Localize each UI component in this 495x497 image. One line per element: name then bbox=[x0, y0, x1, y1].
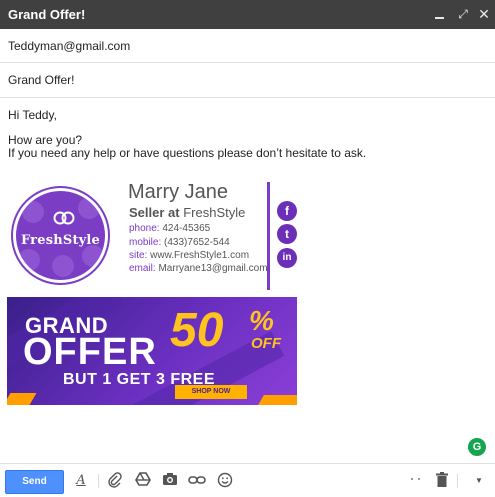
signature-divider bbox=[267, 182, 270, 290]
drive-icon[interactable] bbox=[134, 472, 152, 490]
grammarly-icon[interactable]: G bbox=[468, 438, 486, 456]
email-label: email: bbox=[129, 263, 156, 274]
banner-off: OFF bbox=[251, 335, 281, 352]
signature-site[interactable]: site: www.FreshStyle1.com bbox=[129, 250, 249, 261]
photo-icon[interactable] bbox=[161, 472, 179, 490]
signature-email[interactable]: email: Marryane13@gmail.com bbox=[129, 263, 268, 274]
compose-title-bar[interactable]: Grand Offer! ⤢ ✕ bbox=[0, 0, 495, 29]
shop-now-button[interactable]: SHOP NOW bbox=[175, 385, 247, 399]
compose-toolbar: Send A ▼ bbox=[0, 463, 495, 497]
minimize-icon[interactable] bbox=[432, 5, 448, 23]
signature-mobile: mobile: (433)7652-544 bbox=[129, 237, 230, 248]
phone-value: 424-45365 bbox=[162, 223, 211, 234]
signature-name: Marry Jane bbox=[128, 181, 229, 203]
subject-field[interactable]: Grand Offer! bbox=[0, 63, 495, 98]
site-label: site: bbox=[129, 250, 148, 261]
expand-icon[interactable]: ⤢ bbox=[455, 5, 471, 23]
send-button[interactable]: Send bbox=[5, 470, 64, 494]
company-name: FreshStyle bbox=[183, 205, 246, 220]
mobile-label: mobile: bbox=[129, 237, 162, 248]
format-text-icon[interactable]: A bbox=[72, 472, 90, 490]
to-field[interactable]: Teddyman@gmail.com bbox=[0, 29, 495, 63]
role-label: Seller at bbox=[129, 205, 180, 220]
twitter-icon[interactable]: t bbox=[277, 224, 297, 244]
facebook-icon[interactable]: f bbox=[277, 201, 297, 221]
rings-icon bbox=[53, 211, 75, 225]
dropdown-icon[interactable]: ▼ bbox=[470, 472, 488, 490]
email-link[interactable]: Marryane13@gmail.com bbox=[158, 263, 267, 274]
body-line-2[interactable]: If you need any help or have questions p… bbox=[8, 146, 366, 160]
trash-icon[interactable] bbox=[433, 472, 451, 490]
close-icon[interactable]: ✕ bbox=[476, 5, 492, 23]
subject-value: Grand Offer! bbox=[8, 73, 75, 87]
logo-brand-text: FreshStyle bbox=[20, 233, 101, 248]
banner-percent-sign: % bbox=[249, 305, 274, 336]
body-line-1[interactable]: How are you? bbox=[8, 133, 82, 147]
promo-banner[interactable]: GRAND OFFER 50 % OFF BUT 1 GET 3 FREE SH… bbox=[7, 297, 297, 405]
emoji-icon[interactable] bbox=[216, 472, 234, 490]
mobile-value: (433)7652-544 bbox=[164, 237, 230, 248]
site-link[interactable]: www.FreshStyle1.com bbox=[150, 250, 249, 261]
linkedin-icon[interactable]: in bbox=[277, 248, 297, 268]
attach-icon[interactable] bbox=[106, 472, 124, 490]
compose-title: Grand Offer! bbox=[8, 7, 86, 22]
signature-logo: FreshStyle bbox=[13, 188, 108, 283]
banner-offer: OFFER bbox=[23, 331, 157, 373]
signature-role: Seller at FreshStyle bbox=[129, 205, 245, 220]
signature-phone: phone: 424-45365 bbox=[129, 223, 210, 234]
banner-percent: 50 bbox=[170, 304, 224, 357]
to-value: Teddyman@gmail.com bbox=[8, 39, 131, 53]
link-icon[interactable] bbox=[188, 472, 206, 490]
phone-label: phone: bbox=[129, 223, 160, 234]
body-greeting[interactable]: Hi Teddy, bbox=[8, 108, 57, 122]
